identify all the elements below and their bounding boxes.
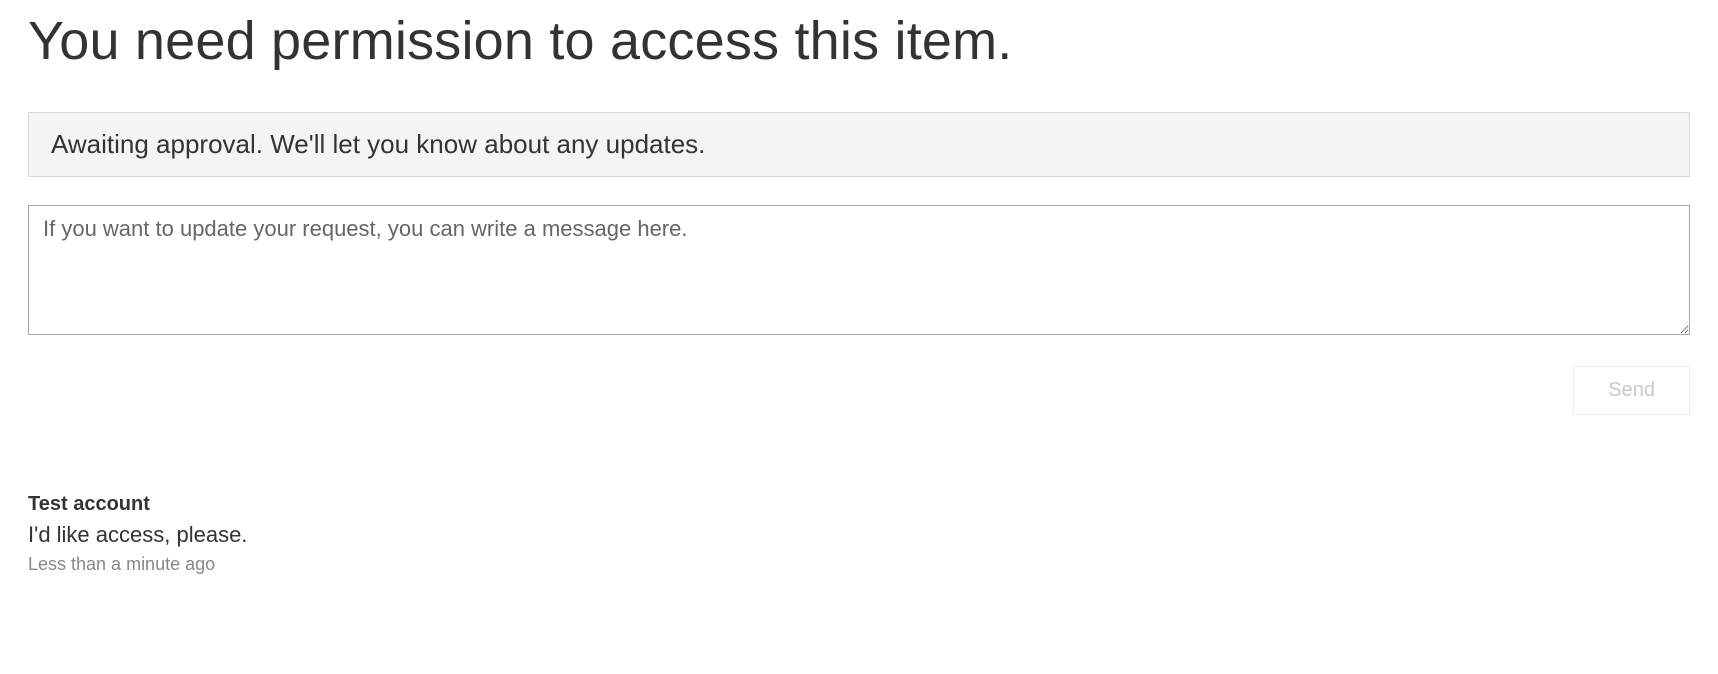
history-author: Test account xyxy=(28,493,1690,516)
page-title: You need permission to access this item. xyxy=(28,10,1690,72)
request-history: Test account I'd like access, please. Le… xyxy=(28,493,1690,575)
request-message-input[interactable] xyxy=(28,205,1690,335)
history-message: I'd like access, please. xyxy=(28,522,1690,548)
history-timestamp: Less than a minute ago xyxy=(28,554,1690,575)
send-row: Send xyxy=(28,366,1690,415)
send-button[interactable]: Send xyxy=(1573,366,1690,415)
history-entry: Test account I'd like access, please. Le… xyxy=(28,493,1690,575)
status-banner: Awaiting approval. We'll let you know ab… xyxy=(28,112,1690,177)
